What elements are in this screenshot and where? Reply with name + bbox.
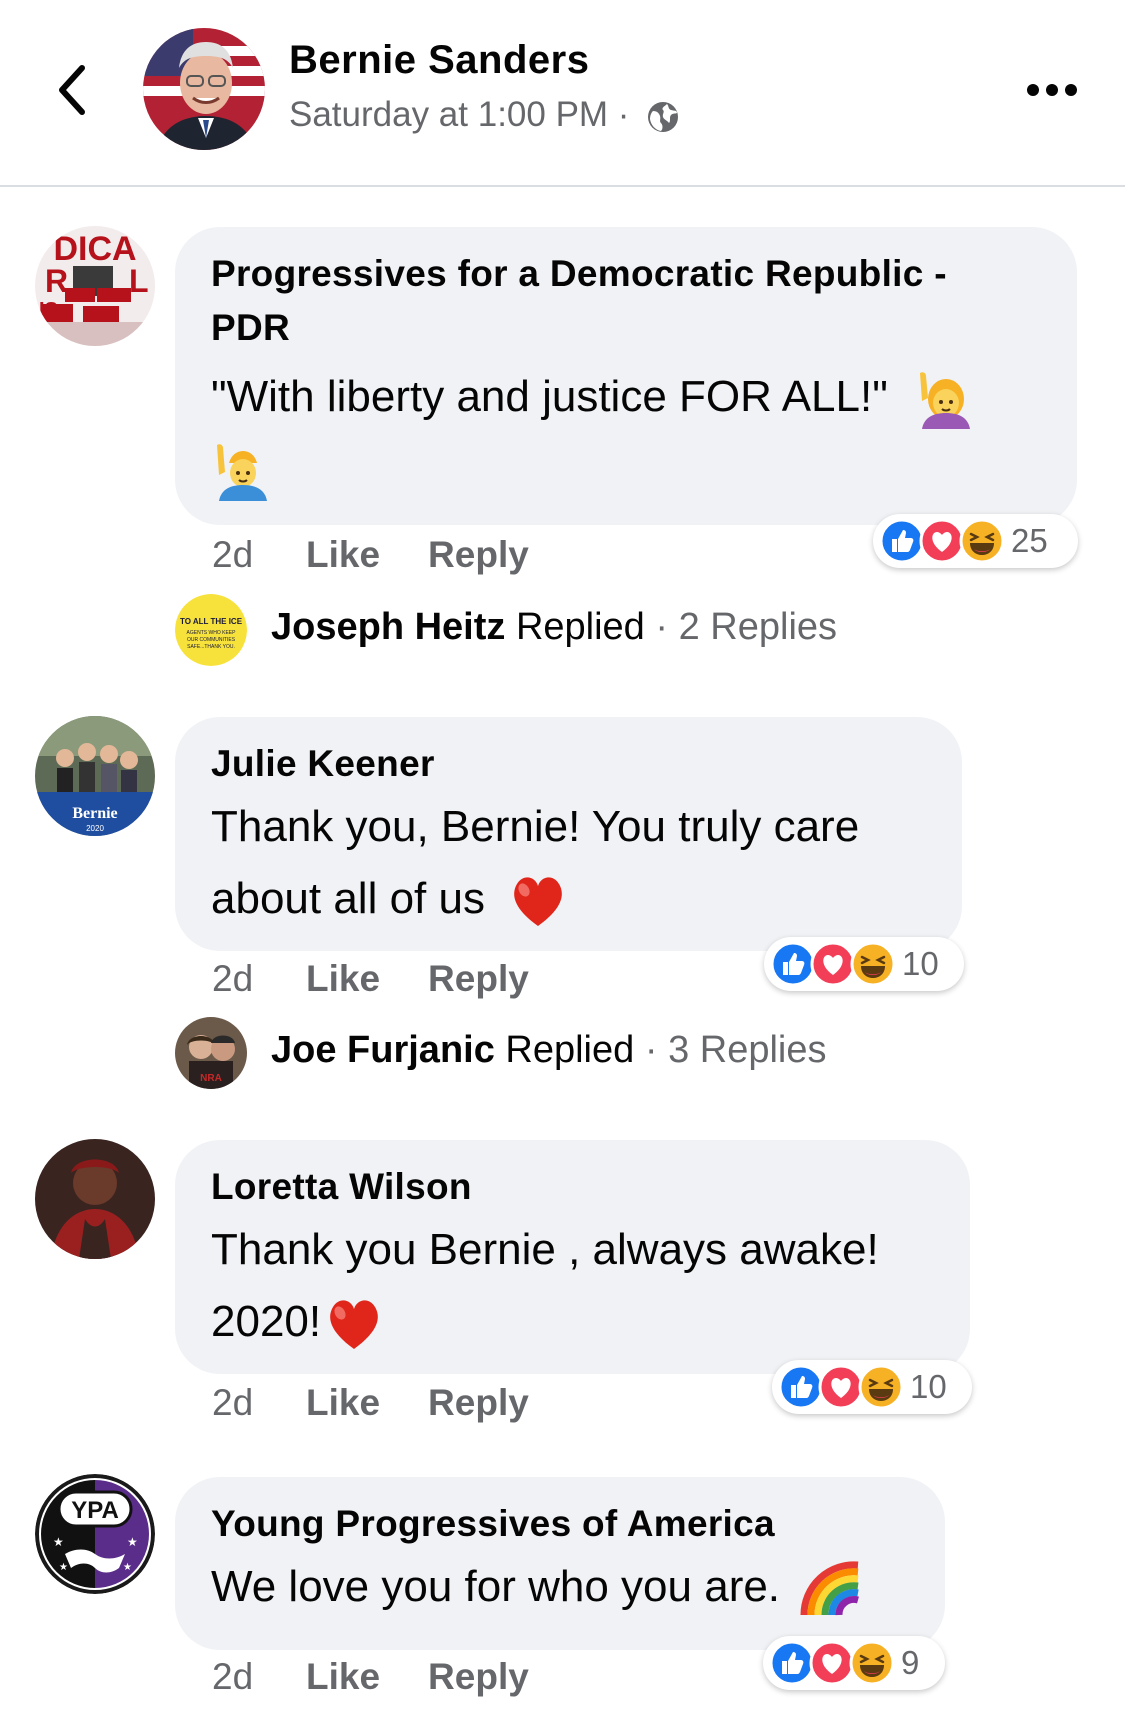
comment-text-content: 2020! — [211, 1297, 322, 1346]
separator-dot: · — [655, 606, 669, 648]
post-timestamp[interactable]: Saturday at 1:00 PM · — [289, 95, 681, 135]
reaction-summary[interactable]: 10 — [772, 1360, 972, 1414]
avatar[interactable] — [143, 28, 265, 150]
svg-text:Bernie: Bernie — [72, 805, 117, 822]
reply-button[interactable]: Reply — [428, 1656, 529, 1698]
comment-author-continued[interactable]: PDR — [211, 301, 1041, 355]
comment-text: "With liberty and justice FOR ALL!" — [211, 361, 1041, 505]
svg-text:SAFE...THANK YOU.: SAFE...THANK YOU. — [187, 644, 235, 650]
like-button[interactable]: Like — [306, 534, 380, 576]
red-heart-emoji — [330, 1300, 378, 1350]
comment-text: Thank you Bernie , always awake! — [211, 1225, 879, 1274]
commenter-avatar[interactable]: DICA R L IS — [35, 226, 155, 346]
reaction-count: 25 — [1011, 522, 1048, 559]
comment-text-content: "With liberty and justice FOR ALL!" — [211, 372, 888, 421]
haha-reaction-icon — [850, 941, 896, 987]
comment-time[interactable]: 2d — [212, 534, 262, 576]
back-button[interactable] — [48, 60, 98, 120]
svg-text:★: ★ — [59, 1562, 68, 1573]
man-raising-hand-emoji — [217, 444, 267, 502]
reaction-count: 9 — [901, 1644, 920, 1681]
svg-text:IS: IS — [39, 299, 58, 321]
comment-actions: 2d Like Reply — [212, 534, 529, 576]
comment-actions: 2d Like Reply — [212, 1656, 529, 1698]
reply-count: 2 Replies — [678, 606, 838, 648]
haha-reaction-icon — [959, 518, 1005, 564]
ypa-logo-text: YPA — [71, 1497, 119, 1524]
replier-avatar: NRA — [175, 1017, 247, 1089]
comment-author[interactable]: Julie Keener — [211, 737, 926, 791]
svg-text:L: L — [129, 263, 149, 299]
reaction-summary[interactable]: 10 — [764, 937, 964, 991]
page-title[interactable]: Bernie Sanders — [289, 38, 589, 83]
rainbow-emoji — [800, 1561, 860, 1616]
chevron-left-icon — [59, 65, 85, 115]
comment-time[interactable]: 2d — [212, 1656, 262, 1698]
replier-name: Joseph Heitz — [271, 606, 506, 648]
reaction-summary[interactable]: 9 — [763, 1636, 945, 1690]
commenter-avatar[interactable]: YPA ★ ★ ★ ★ — [35, 1474, 155, 1594]
svg-text:2020: 2020 — [86, 824, 104, 833]
replied-label: Replied — [515, 606, 645, 648]
like-button[interactable]: Like — [306, 958, 380, 1000]
svg-text:AGENTS WHO KEEP: AGENTS WHO KEEP — [187, 630, 237, 636]
comment-text: Thank you, Bernie! You truly care — [211, 802, 860, 851]
comment-text: We love you for who you are. — [211, 1551, 909, 1623]
commenter-avatar[interactable] — [35, 1139, 155, 1259]
more-dots-icon — [1027, 84, 1077, 96]
svg-text:NRA: NRA — [200, 1073, 222, 1084]
haha-reaction-icon — [849, 1640, 895, 1686]
reaction-count: 10 — [902, 945, 939, 982]
replied-label: Replied — [505, 1029, 635, 1071]
svg-text:TO ALL THE ICE: TO ALL THE ICE — [180, 617, 243, 626]
separator-dot: · — [644, 1029, 658, 1071]
comment-author[interactable]: Progressives for a Democratic Republic - — [211, 247, 1041, 301]
reply-button[interactable]: Reply — [428, 534, 529, 576]
globe-icon — [648, 101, 679, 132]
like-button[interactable]: Like — [306, 1382, 380, 1424]
comment-bubble[interactable]: Julie Keener Thank you, Bernie! You trul… — [175, 717, 962, 951]
reply-button[interactable]: Reply — [428, 958, 529, 1000]
comment-actions: 2d Like Reply — [212, 958, 529, 1000]
comment-time[interactable]: 2d — [212, 1382, 262, 1424]
comment-text-continued: about all of us — [211, 863, 926, 935]
more-options-button[interactable] — [1025, 78, 1080, 102]
comment-bubble[interactable]: Young Progressives of America We love yo… — [175, 1477, 945, 1650]
post-header: Bernie Sanders Saturday at 1:00 PM · — [0, 0, 1125, 187]
haha-reaction-icon — [858, 1364, 904, 1410]
timestamp-text: Saturday at 1:00 PM · — [289, 95, 630, 134]
like-button[interactable]: Like — [306, 1656, 380, 1698]
svg-text:★: ★ — [53, 1535, 64, 1549]
reply-button[interactable]: Reply — [428, 1382, 529, 1424]
comment-actions: 2d Like Reply — [212, 1382, 529, 1424]
svg-text:OUR COMMUNITIES: OUR COMMUNITIES — [187, 637, 236, 643]
comment-bubble[interactable]: Loretta Wilson Thank you Bernie , always… — [175, 1140, 970, 1374]
reply-count: 3 Replies — [668, 1029, 827, 1071]
comment-bubble[interactable]: Progressives for a Democratic Republic -… — [175, 227, 1077, 525]
commenter-avatar[interactable]: Bernie 2020 — [35, 716, 155, 836]
replier-name: Joe Furjanic — [271, 1029, 495, 1071]
svg-text:R: R — [45, 263, 68, 299]
comment-time[interactable]: 2d — [212, 958, 262, 1000]
comment-text-continued: 2020! — [211, 1286, 934, 1358]
woman-raising-hand-emoji — [920, 372, 971, 430]
svg-text:★: ★ — [127, 1535, 138, 1549]
comment-text-content: about all of us — [211, 874, 485, 923]
svg-text:★: ★ — [123, 1562, 132, 1573]
reaction-summary[interactable]: 25 — [873, 514, 1078, 568]
red-heart-emoji — [514, 877, 563, 927]
reaction-count: 10 — [910, 1368, 947, 1405]
comment-text-content: We love you for who you are. — [211, 1562, 781, 1611]
replier-avatar: TO ALL THE ICE AGENTS WHO KEEP OUR COMMU… — [175, 594, 247, 666]
comment-author[interactable]: Loretta Wilson — [211, 1160, 934, 1214]
comment-author[interactable]: Young Progressives of America — [211, 1497, 909, 1551]
